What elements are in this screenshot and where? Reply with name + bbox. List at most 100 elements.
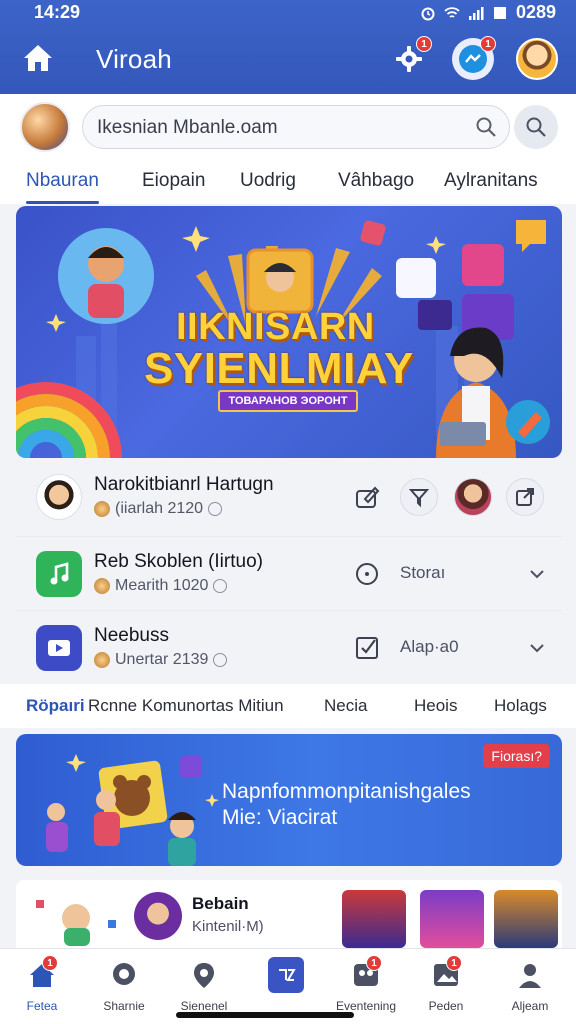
- expand-button[interactable]: [518, 555, 556, 593]
- user-mini-avatar: [94, 501, 110, 517]
- app-header: 14:29 0289 Viroah 1 1: [0, 0, 576, 94]
- list-item-action-label[interactable]: Alap·a0: [400, 637, 459, 657]
- list-item-title: Narokitbianrl Hartugn: [94, 474, 274, 495]
- subtab-1[interactable]: Rcnne Komunortas Mitiun: [88, 696, 284, 716]
- tab-3[interactable]: Vâhbago: [338, 170, 414, 192]
- filter-icon: [408, 489, 430, 508]
- avatar[interactable]: [134, 892, 182, 940]
- nav-label: Fetea: [26, 999, 58, 1013]
- app-actions: 1 1: [388, 36, 558, 80]
- search-button[interactable]: [514, 105, 558, 149]
- video-app-icon: [36, 625, 82, 671]
- list-item[interactable]: Neebuss Unertar 2139 Alap·a0: [16, 610, 562, 684]
- wifi-icon: [444, 6, 460, 18]
- thumbnail-3[interactable]: [494, 890, 558, 948]
- music-app-icon: [36, 551, 82, 597]
- profile-icon: [519, 964, 541, 988]
- chevron-down-icon: [530, 644, 544, 653]
- search-icon: [476, 117, 496, 137]
- tab-2[interactable]: Uodrig: [240, 170, 296, 192]
- video-icon: [48, 640, 70, 656]
- user-mini-avatar: [94, 652, 110, 668]
- status-bar: 14:29 0289: [0, 0, 576, 28]
- subtab-4[interactable]: Holags: [494, 696, 547, 716]
- suggestion-sub: Kintenil·M): [192, 918, 264, 935]
- search-row: Ikesnian Mbanle.oam: [0, 94, 576, 158]
- edit-icon: [356, 486, 380, 508]
- suggestion-name[interactable]: Bebain: [192, 894, 249, 914]
- promo-line-1: Napnfommonpitanishgales: [222, 780, 471, 803]
- list-item[interactable]: Narokitbianrl Hartugn (iiarlah 2120: [16, 460, 562, 534]
- signal-icon: [468, 6, 484, 20]
- home-indicator: [176, 1012, 354, 1018]
- status-time: 14:29: [34, 2, 81, 22]
- search-input[interactable]: Ikesnian Mbanle.oam: [82, 105, 510, 149]
- subtab-0[interactable]: Röpaıri: [26, 696, 85, 716]
- contact-avatar[interactable]: [454, 478, 492, 516]
- messenger-button[interactable]: 1: [452, 36, 496, 80]
- verified-icon: [213, 579, 228, 593]
- profile-avatar[interactable]: [516, 38, 558, 80]
- search-icon: [526, 117, 546, 137]
- messenger-badge: 1: [480, 36, 496, 52]
- banner-headline-2: SYIENLMIAY: [144, 344, 414, 393]
- edit-button[interactable]: [348, 478, 386, 516]
- verified-icon: [213, 653, 228, 667]
- nav-events[interactable]: 1 Eventening: [326, 955, 406, 1013]
- chevron-down-icon: [530, 570, 544, 579]
- user-mini-avatar: [94, 578, 110, 594]
- battery-icon: [493, 6, 506, 19]
- share-button[interactable]: [506, 478, 544, 516]
- alarm-icon: [421, 7, 435, 20]
- thumbnail-1[interactable]: [342, 890, 406, 948]
- share-icon: [516, 488, 534, 506]
- subtab-2[interactable]: Necia: [324, 696, 367, 716]
- nav-badge: 1: [446, 955, 462, 971]
- subtab-3[interactable]: Heois: [414, 696, 457, 716]
- promo-art: [46, 754, 219, 866]
- thumbnail-2[interactable]: [420, 890, 484, 948]
- nav-location[interactable]: Sienenel: [164, 957, 244, 1013]
- home-icon[interactable]: [20, 40, 56, 76]
- avatar[interactable]: [20, 102, 70, 152]
- comment-icon: [356, 563, 378, 585]
- list-item-title: Neebuss: [94, 625, 169, 646]
- nav-badge: 1: [42, 955, 58, 971]
- nav-home[interactable]: 1 Fetea: [2, 955, 82, 1013]
- nav-calendar[interactable]: [246, 957, 326, 999]
- tab-1[interactable]: Eiopain: [142, 170, 205, 192]
- list-item[interactable]: Reb Skoblen (Iirtuo) Mearith 1020 Storaı: [16, 536, 562, 610]
- nav-label: Aljeam: [511, 999, 549, 1013]
- filter-button[interactable]: [400, 478, 438, 516]
- expand-button[interactable]: [518, 629, 556, 667]
- nav-label: Peden: [428, 999, 464, 1013]
- list-item-meta: Unertar 2139: [94, 651, 228, 669]
- promo-card[interactable]: Fiorası? Napnfommonpitanishgales Mie: Vi…: [16, 734, 562, 866]
- list-item-date: Mearith 1020: [115, 577, 209, 594]
- calendar-icon: [279, 969, 296, 981]
- tab-0[interactable]: Nbauran: [26, 170, 99, 204]
- app-title: Viroah: [96, 44, 172, 74]
- hero-banner[interactable]: IIKNISARN SYIENLMIAY ТОВАРАНОВ ЭОРОНТ: [16, 206, 562, 458]
- list-item-date: (iiarlah 2120: [115, 500, 204, 517]
- nav-profile[interactable]: Aljeam: [490, 957, 570, 1013]
- tab-4[interactable]: Aylranitans: [444, 170, 538, 192]
- list-item-title: Reb Skoblen (Iirtuo): [94, 551, 263, 572]
- comment-button[interactable]: [348, 555, 386, 593]
- nav-chat[interactable]: Sharnie: [84, 957, 164, 1013]
- avatar: [36, 474, 82, 520]
- checkbox-button[interactable]: [348, 629, 386, 667]
- settings-button[interactable]: 1: [388, 36, 432, 80]
- list-item-action-label[interactable]: Storaı: [400, 563, 445, 583]
- promo-tag[interactable]: Fiorası?: [483, 744, 550, 768]
- promo-line-2: Mie: Viacirat: [222, 806, 338, 829]
- banner-headline-1: IIKNISARN: [176, 306, 375, 348]
- nav-badge: 1: [366, 955, 382, 971]
- suggested-strip: Bebain Kintenil·M): [16, 880, 562, 952]
- location-icon: [194, 963, 214, 988]
- notification-badge: 1: [416, 36, 432, 52]
- nav-photos[interactable]: 1 Peden: [406, 955, 486, 1013]
- checkbox-icon: [356, 637, 378, 659]
- battery-text: 0289: [515, 2, 556, 22]
- banner-ribbon: ТОВАРАНОВ ЭОРОНТ: [218, 390, 358, 412]
